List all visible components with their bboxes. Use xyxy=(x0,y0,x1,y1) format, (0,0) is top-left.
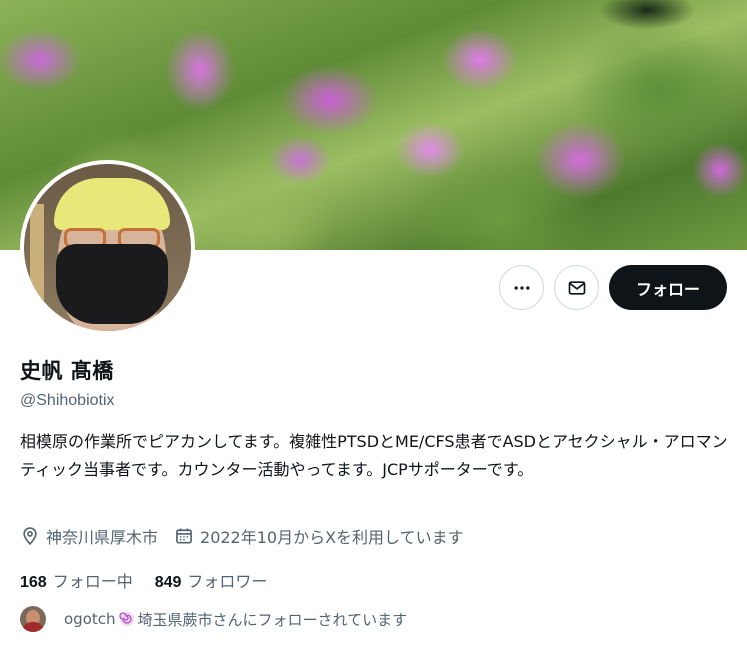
swirl-icon xyxy=(118,611,135,627)
profile-bio: 相模原の作業所でピアカンしてます。複雑性PTSDとME/CFS患者でASDとアセ… xyxy=(20,432,728,479)
profile-actions: フォロー xyxy=(499,265,727,310)
following-label: フォロー中 xyxy=(52,572,133,591)
avatar-mask xyxy=(56,244,168,324)
joined-text: 2022年10月からXを利用しています xyxy=(200,528,464,547)
location-item: 神奈川県厚木市 xyxy=(20,524,158,548)
location-pin-icon xyxy=(23,527,37,546)
followers-count: 849 xyxy=(154,574,182,591)
calendar-icon xyxy=(176,528,192,544)
more-button[interactable] xyxy=(499,265,544,310)
location-text: 神奈川県厚木市 xyxy=(46,528,159,547)
envelope-icon xyxy=(568,280,585,295)
follower-name: ogotch xyxy=(64,610,116,628)
avatar-background-pole xyxy=(30,204,44,331)
profile-meta: 神奈川県厚木市 2022年10月からXを利用しています xyxy=(20,524,480,548)
joined-item: 2022年10月からXを利用しています xyxy=(174,524,464,548)
followers-link[interactable]: 849 フォロワー xyxy=(155,568,268,592)
followed-by-text: 埼玉県蕨市さんにフォローされています xyxy=(137,610,408,629)
message-button[interactable] xyxy=(554,265,599,310)
user-handle: @Shihobiotix xyxy=(20,392,115,409)
follow-button[interactable]: フォロー xyxy=(609,265,727,310)
follower-avatar[interactable] xyxy=(20,606,46,632)
banner-shadow xyxy=(587,0,707,40)
profile-avatar[interactable] xyxy=(20,160,195,335)
followed-by[interactable]: ogotch 埼玉県蕨市さんにフォローされています xyxy=(20,606,407,632)
follow-counts: 168 フォロー中 849 フォロワー xyxy=(20,568,289,592)
followers-label: フォロワー xyxy=(187,572,268,591)
following-link[interactable]: 168 フォロー中 xyxy=(20,568,133,592)
avatar-cap xyxy=(54,178,170,230)
display-name: 史帆 髙橋 xyxy=(20,359,114,383)
following-count: 168 xyxy=(20,574,47,591)
more-horizontal-icon xyxy=(514,285,529,290)
